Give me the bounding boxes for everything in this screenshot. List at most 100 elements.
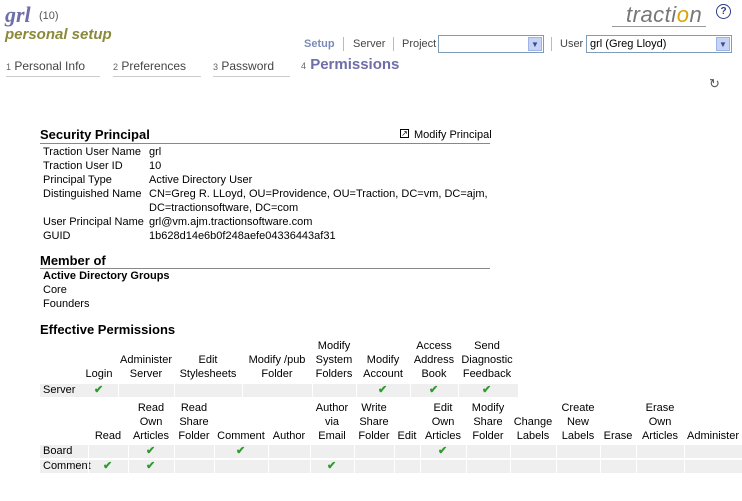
tab-number: 4 xyxy=(301,61,307,71)
column-header-line: Own xyxy=(139,416,163,428)
cell-divider xyxy=(268,445,269,459)
check-icon: ✔ xyxy=(327,460,337,472)
tab-label: Password xyxy=(221,59,275,73)
logo-accent: o xyxy=(676,2,690,27)
column-header-line: Folder xyxy=(178,430,210,442)
column-header: Modify /pub Folder xyxy=(242,353,312,381)
column-header-line: Share xyxy=(179,416,209,428)
column-header-line: Edit xyxy=(397,430,417,442)
check-icon: ✔ xyxy=(146,445,156,457)
tab-number: 1 xyxy=(6,62,12,72)
row-label: Comment xyxy=(43,460,91,472)
field-value: grl xyxy=(149,146,162,158)
cell-divider xyxy=(214,460,215,474)
check-icon: ✔ xyxy=(236,445,246,457)
modify-principal-link[interactable]: Modify Principal xyxy=(414,129,492,141)
row-label: Server xyxy=(43,384,76,396)
column-header: Administer Server xyxy=(118,353,174,381)
external-link-icon[interactable]: ↗ xyxy=(400,129,409,138)
column-header-line: Write xyxy=(361,402,387,414)
page-heading: personal setup xyxy=(5,26,112,43)
column-header: Read Own Articles xyxy=(128,401,174,443)
column-header: Read Share Folder xyxy=(174,401,214,443)
project-select[interactable]: ▼ xyxy=(438,35,544,53)
column-header-line: Diagnostic xyxy=(461,354,513,366)
user-select[interactable]: grl (Greg Lloyd) ▼ xyxy=(586,35,732,53)
cell-divider xyxy=(420,445,421,459)
cell-divider xyxy=(214,445,215,459)
chevron-down-icon[interactable]: ▼ xyxy=(528,37,542,51)
column-header-line: Share xyxy=(473,416,503,428)
cell-divider xyxy=(356,384,357,398)
tab-number: 3 xyxy=(213,62,219,72)
cell-divider xyxy=(556,460,557,474)
column-header-line: Administer xyxy=(687,430,739,442)
cell-divider xyxy=(174,445,175,459)
cell-divider xyxy=(466,445,467,459)
column-header: Comment xyxy=(214,429,268,443)
column-header-line: Administer xyxy=(120,354,172,366)
group-heading: Active Directory Groups xyxy=(43,270,170,282)
cell-divider xyxy=(310,445,311,459)
field-label: User Principal Name xyxy=(43,216,144,228)
column-header-line: Folder xyxy=(472,430,504,442)
column-header-line: Folder xyxy=(358,430,390,442)
nav-server-link[interactable]: Server xyxy=(353,38,385,50)
cell-divider xyxy=(600,460,601,474)
column-header-line: Login xyxy=(85,368,113,380)
column-header: Author via Email xyxy=(310,401,354,443)
column-header: Edit Stylesheets xyxy=(174,353,242,381)
tab-personal-info[interactable]: 1 Personal Info xyxy=(6,59,85,73)
cell-divider xyxy=(88,445,89,459)
column-header-line: Read xyxy=(137,402,165,414)
cell-divider xyxy=(458,384,459,398)
column-header-line: Labels xyxy=(561,430,595,442)
column-header-line: Modify xyxy=(317,340,351,352)
tab-preferences[interactable]: 2 Preferences xyxy=(113,59,186,73)
security-principal-title: Security Principal xyxy=(40,127,150,142)
nav-setup-link[interactable]: Setup xyxy=(304,38,335,50)
column-header: Create New Labels xyxy=(556,401,600,443)
nav-divider xyxy=(343,37,344,51)
effective-permissions-title: Effective Permissions xyxy=(40,322,176,337)
help-icon[interactable]: ? xyxy=(716,4,731,19)
column-header-line: Create xyxy=(561,402,595,414)
field-label: GUID xyxy=(43,230,71,242)
check-icon: ✔ xyxy=(438,445,448,457)
column-header: Edit Own Articles xyxy=(420,401,466,443)
column-header: Write Share Folder xyxy=(354,401,394,443)
check-icon: ✔ xyxy=(103,460,113,472)
column-header-line: Email xyxy=(318,430,346,442)
column-header-line: Articles xyxy=(132,430,170,442)
column-header: Send Diagnostic Feedback xyxy=(458,339,516,381)
cell-divider xyxy=(128,460,129,474)
column-header: Erase Own Articles xyxy=(636,401,684,443)
field-value: grl@vm.ajm.tractionsoftware.com xyxy=(149,216,313,228)
member-of-title: Member of xyxy=(40,253,106,268)
cell-divider xyxy=(268,460,269,474)
cell-divider xyxy=(354,445,355,459)
refresh-icon[interactable]: ↻ xyxy=(709,76,720,92)
column-header: Read xyxy=(88,429,128,443)
tab-password[interactable]: 3 Password xyxy=(213,59,274,73)
cell-divider xyxy=(556,445,557,459)
nav-divider xyxy=(393,37,394,51)
cell-divider xyxy=(354,460,355,474)
column-header-line: Share xyxy=(359,416,389,428)
column-header-line: Send xyxy=(474,340,500,352)
column-header: Access Address Book xyxy=(410,339,458,381)
nav-divider xyxy=(551,37,552,51)
column-header: Modify System Folders xyxy=(312,339,356,381)
cell-divider xyxy=(410,384,411,398)
cell-divider xyxy=(394,445,395,459)
cell-divider xyxy=(684,445,685,459)
column-header: Administer xyxy=(684,429,742,443)
traction-logo[interactable]: traction xyxy=(626,2,702,28)
chevron-down-icon[interactable]: ▼ xyxy=(716,37,730,51)
column-header-line: Account xyxy=(363,368,403,380)
cell-divider xyxy=(174,460,175,474)
field-label: Distinguished Name xyxy=(43,188,142,200)
tab-permissions[interactable]: 4 Permissions xyxy=(301,56,399,73)
group-item: Founders xyxy=(43,298,90,310)
column-header: Change Labels xyxy=(510,415,556,443)
